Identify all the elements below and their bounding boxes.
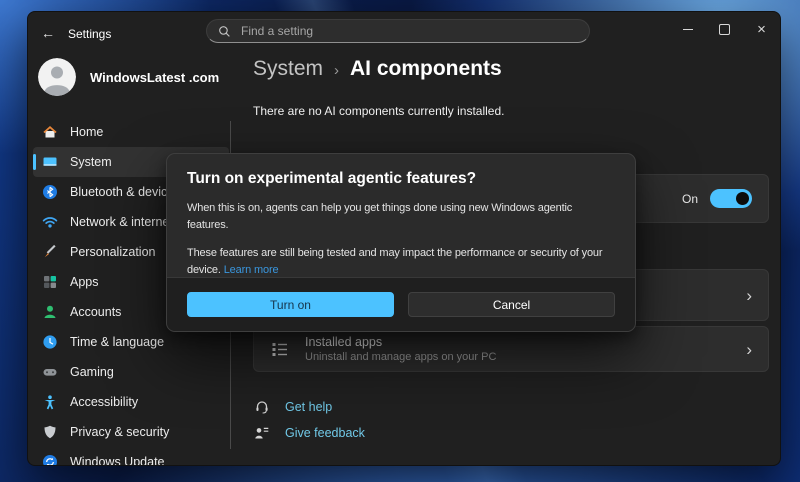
search-input[interactable] (239, 23, 578, 39)
account-name: WindowsLatest .com (90, 70, 219, 85)
sidebar-item-label: Privacy & security (70, 425, 169, 439)
maximize-button[interactable] (706, 12, 743, 46)
wifi-icon (42, 214, 58, 230)
sidebar-item-label: Network & internet (70, 215, 173, 229)
sidebar-item-privacy-security[interactable]: Privacy & security (33, 417, 229, 447)
sidebar-item-label: Windows Update (70, 455, 165, 466)
installed-apps-title: Installed apps (305, 335, 730, 349)
give-feedback-link[interactable]: Give feedback (253, 424, 365, 442)
clock-icon (42, 334, 58, 350)
close-icon: × (757, 22, 766, 37)
toggle-knob (736, 192, 749, 205)
maximize-icon (719, 24, 730, 35)
search-icon (218, 25, 231, 38)
sidebar-item-label: Accessibility (70, 395, 138, 409)
system-icon (42, 154, 58, 170)
give-feedback-icon (253, 424, 271, 442)
paintbrush-icon (42, 244, 58, 260)
sidebar-item-label: Gaming (70, 365, 114, 379)
installed-apps-row[interactable]: Installed apps Uninstall and manage apps… (253, 326, 769, 372)
back-icon: ← (41, 25, 55, 41)
avatar (38, 58, 76, 96)
agentic-features-dialog: Turn on experimental agentic features? W… (166, 153, 636, 332)
dialog-body: Turn on experimental agentic features? W… (167, 154, 635, 294)
sidebar-item-accessibility[interactable]: Accessibility (33, 387, 229, 417)
breadcrumb-separator-icon: › (334, 62, 339, 79)
apps-icon (42, 274, 58, 290)
breadcrumb-system[interactable]: System (253, 57, 323, 81)
turn-on-button[interactable]: Turn on (187, 292, 394, 317)
back-button[interactable]: ← (34, 21, 62, 45)
empty-state-note: There are no AI components currently ins… (253, 104, 504, 118)
chevron-right-icon: › (746, 341, 752, 358)
cancel-button[interactable]: Cancel (408, 292, 615, 317)
sidebar-item-label: Home (70, 125, 103, 139)
gamepad-icon (42, 364, 58, 380)
window-controls: × (669, 12, 780, 46)
get-help-icon (253, 398, 271, 416)
page-title: AI components (350, 57, 502, 81)
dialog-title: Turn on experimental agentic features? (187, 170, 615, 188)
sidebar-item-gaming[interactable]: Gaming (33, 357, 229, 387)
sidebar-item-label: Personalization (70, 245, 155, 259)
agentic-features-toggle[interactable] (710, 189, 752, 208)
app-title: Settings (68, 27, 111, 41)
learn-more-link[interactable]: Learn more (224, 264, 279, 276)
sidebar-item-label: Time & language (70, 335, 164, 349)
search-box[interactable] (206, 19, 590, 43)
give-feedback-label: Give feedback (285, 426, 365, 440)
chevron-right-icon: › (746, 287, 752, 304)
get-help-label: Get help (285, 400, 332, 414)
accessibility-icon (42, 394, 58, 410)
sidebar-item-label: Bluetooth & devices (70, 185, 181, 199)
sidebar-item-label: Apps (70, 275, 99, 289)
settings-window: ← Settings × WindowsLatest .com Home Sys… (27, 11, 781, 466)
sidebar-item-label: System (70, 155, 112, 169)
dialog-text-2: These features are still being tested an… (187, 245, 615, 278)
installed-apps-subtitle: Uninstall and manage apps on your PC (305, 351, 730, 363)
toggle-state-label: On (682, 192, 698, 206)
breadcrumb: System › AI components (253, 57, 502, 81)
installed-apps-icon (270, 340, 289, 359)
minimize-button[interactable] (669, 12, 706, 46)
shield-icon (42, 424, 58, 440)
installed-apps-texts: Installed apps Uninstall and manage apps… (305, 335, 730, 363)
minimize-icon (683, 29, 693, 30)
update-icon (42, 454, 58, 466)
dialog-text-1: When this is on, agents can help you get… (187, 200, 615, 233)
person-icon (42, 304, 58, 320)
account-card[interactable]: WindowsLatest .com (38, 58, 219, 96)
bluetooth-icon (42, 184, 58, 200)
home-icon (42, 124, 58, 140)
close-button[interactable]: × (743, 12, 780, 46)
sidebar-item-windows-update[interactable]: Windows Update (33, 447, 229, 466)
get-help-link[interactable]: Get help (253, 398, 332, 416)
sidebar-item-home[interactable]: Home (33, 117, 229, 147)
dialog-footer: Turn on Cancel (167, 277, 635, 331)
sidebar-item-label: Accounts (70, 305, 121, 319)
